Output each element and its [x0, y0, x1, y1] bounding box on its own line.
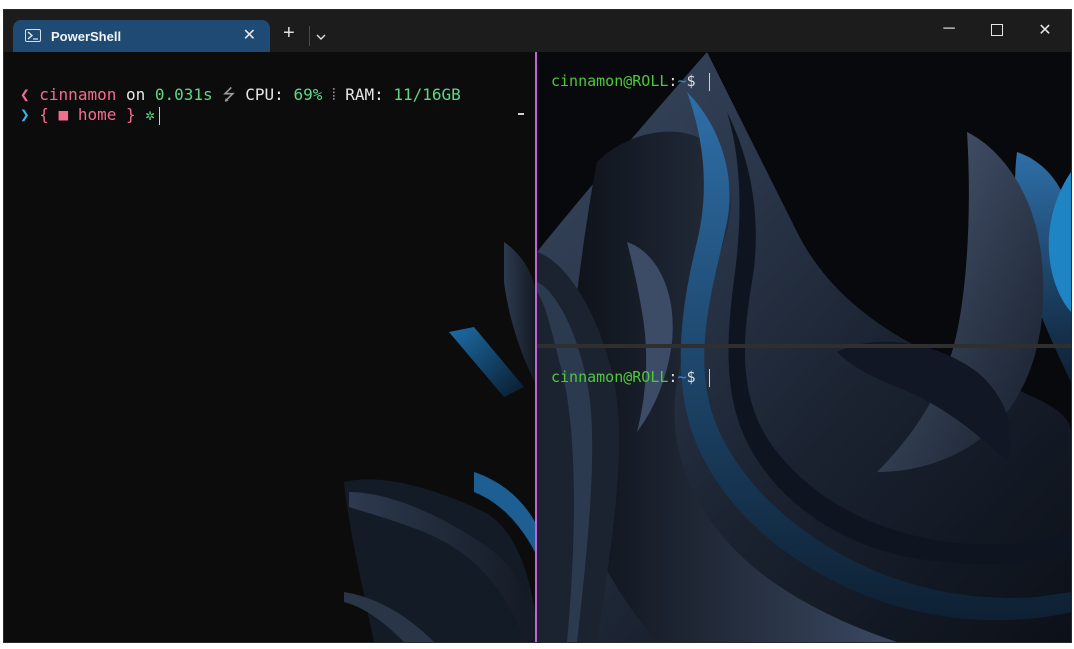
- minimize-button[interactable]: ─: [926, 20, 972, 38]
- new-tab-button[interactable]: +: [283, 22, 295, 45]
- tab-powershell[interactable]: PowerShell ✕: [13, 20, 270, 52]
- text-cursor: [708, 72, 710, 91]
- prompt-user-host: cinnamon@ROLL: [551, 368, 669, 386]
- prompt-symbol: $: [686, 72, 705, 90]
- terminal-window: PowerShell ✕ + ─ ✕ ❮ cinnamon on 0.031s …: [3, 9, 1072, 643]
- prompt-symbol: $: [686, 368, 705, 386]
- wallpaper-left-edge: [344, 242, 535, 642]
- title-bar: PowerShell ✕ + ─ ✕: [4, 10, 1071, 52]
- tab-close-icon[interactable]: ✕: [243, 25, 256, 45]
- left-terminal-pane[interactable]: ❮ cinnamon on 0.031s ⭍ CPU: 69% ⦙ RAM: 1…: [4, 52, 535, 642]
- pane-split-horizontal[interactable]: [537, 344, 1071, 348]
- tab-title: PowerShell: [51, 29, 122, 44]
- bottom-pane-prompt[interactable]: cinnamon@ROLL:~$: [551, 368, 710, 387]
- powershell-icon: [25, 29, 41, 42]
- close-window-button[interactable]: ✕: [1022, 20, 1068, 40]
- prompt-user-host: cinnamon@ROLL: [551, 72, 669, 90]
- maximize-icon: [991, 24, 1003, 36]
- top-pane-prompt[interactable]: cinnamon@ROLL:~$: [551, 72, 710, 91]
- tab-dropdown-button[interactable]: [315, 28, 327, 46]
- chevron-down-icon: [316, 34, 326, 40]
- tab-divider: [309, 26, 310, 46]
- maximize-button[interactable]: [974, 20, 1020, 41]
- text-cursor: [708, 368, 710, 387]
